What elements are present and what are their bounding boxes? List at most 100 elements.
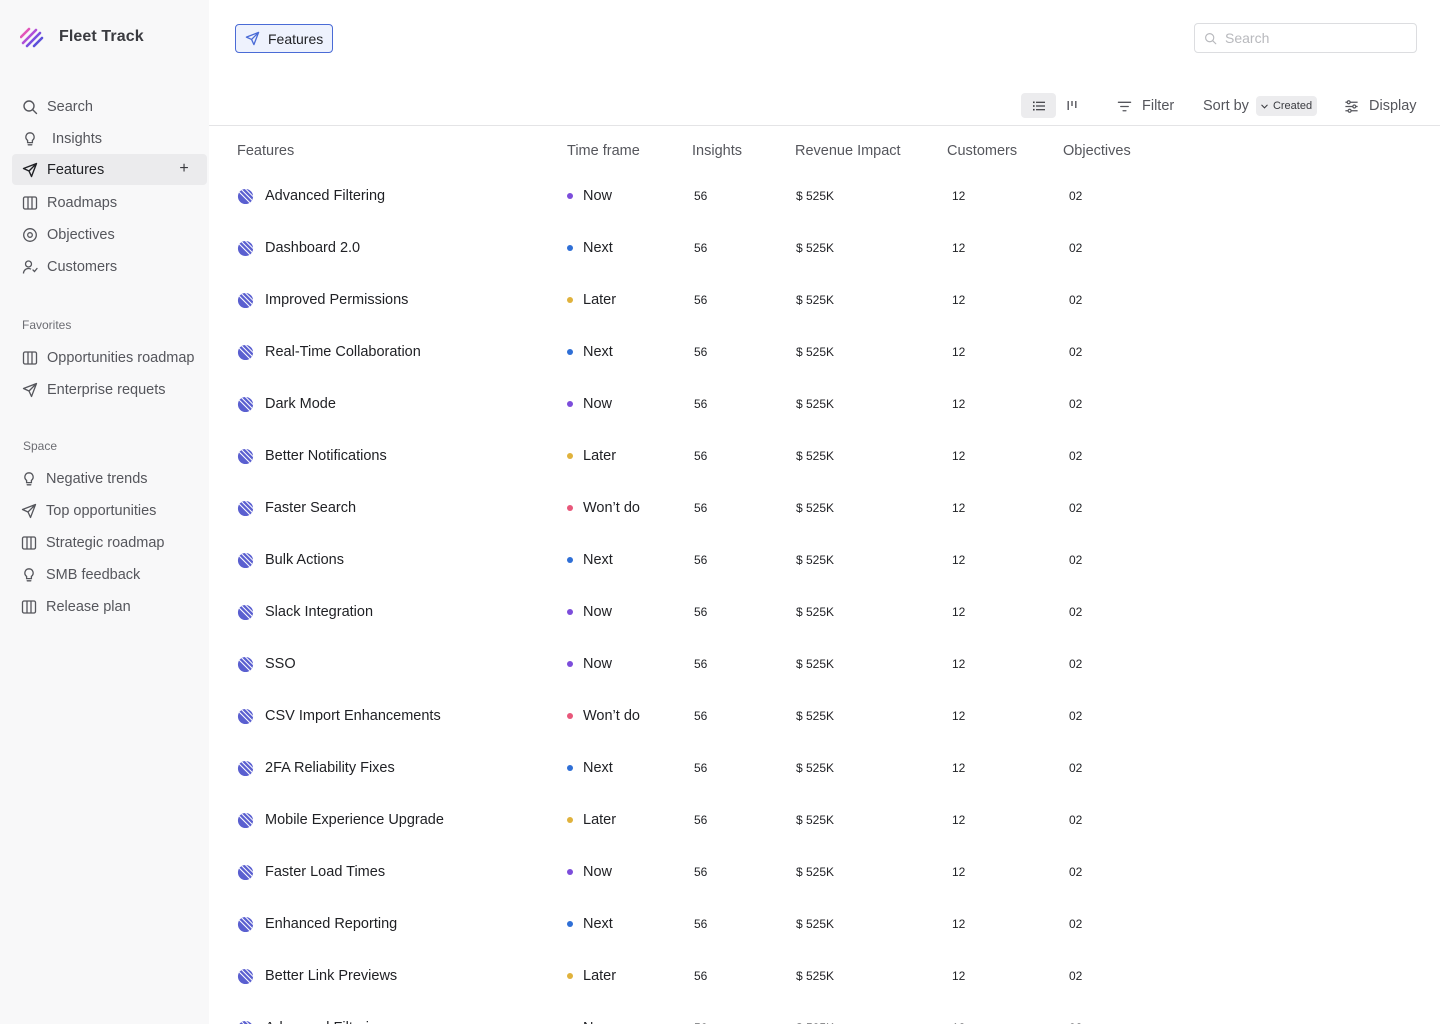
feature-name[interactable]: 2FA Reliability Fixes bbox=[265, 742, 395, 794]
sidebar-item-label: Enterprise requets bbox=[47, 381, 166, 398]
feature-name[interactable]: Advanced Filtering bbox=[265, 170, 385, 222]
search-box[interactable] bbox=[1194, 23, 1417, 53]
column-header-objectives[interactable]: Objectives bbox=[1063, 143, 1131, 159]
table-row[interactable]: Real-Time Collaboration Next 56 $ 525K 12 02 bbox=[209, 326, 1440, 378]
table-row[interactable]: Faster Search Won’t do 56 $ 525K 12 02 bbox=[209, 482, 1440, 534]
customers-cell: 12 bbox=[952, 917, 966, 931]
insights-cell: 56 bbox=[694, 241, 708, 255]
feature-name[interactable]: Advanced Filtering bbox=[265, 1002, 385, 1024]
column-header-revenue-impact[interactable]: Revenue Impact bbox=[795, 143, 901, 159]
timeframe-cell[interactable]: Later bbox=[567, 430, 616, 482]
table-row[interactable]: Improved Permissions Later 56 $ 525K 12 02 bbox=[209, 274, 1440, 326]
timeframe-label: Won’t do bbox=[583, 708, 640, 724]
sidebar-item-release-plan[interactable]: Release plan bbox=[11, 591, 206, 622]
timeframe-label: Later bbox=[583, 292, 617, 308]
feature-name[interactable]: Dark Mode bbox=[265, 378, 336, 430]
timeframe-cell[interactable]: Now bbox=[567, 638, 612, 690]
timeframe-cell[interactable]: Later bbox=[567, 950, 616, 1002]
brand[interactable]: Fleet Track bbox=[20, 24, 144, 50]
timeframe-cell[interactable]: Next bbox=[567, 534, 613, 586]
timeframe-status-dot bbox=[567, 401, 573, 407]
table-row[interactable]: 2FA Reliability Fixes Next 56 $ 525K 12 02 bbox=[209, 742, 1440, 794]
sidebar-item-insights[interactable]: Insights bbox=[12, 123, 207, 154]
objectives-cell: 02 bbox=[1069, 241, 1083, 255]
timeframe-cell[interactable]: Now bbox=[567, 170, 612, 222]
feature-name[interactable]: Mobile Experience Upgrade bbox=[265, 794, 444, 846]
feature-name[interactable]: Dashboard 2.0 bbox=[265, 222, 360, 274]
feature-name[interactable]: Enhanced Reporting bbox=[265, 898, 397, 950]
sort-control[interactable]: Sort by Created bbox=[1203, 96, 1318, 116]
feature-name[interactable]: Real-Time Collaboration bbox=[265, 326, 421, 378]
table-row[interactable]: Bulk Actions Next 56 $ 525K 12 02 bbox=[209, 534, 1440, 586]
timeframe-cell[interactable]: Next bbox=[567, 742, 613, 794]
sidebar-item-label: Top opportunities bbox=[46, 502, 157, 519]
feature-name[interactable]: Improved Permissions bbox=[265, 274, 408, 326]
timeframe-cell[interactable]: Now bbox=[567, 846, 612, 898]
feature-name[interactable]: Faster Load Times bbox=[265, 846, 385, 898]
lightbulb-icon bbox=[21, 567, 37, 583]
sidebar-item-label: Insights bbox=[52, 130, 102, 147]
table-row[interactable]: Faster Load Times Now 56 $ 525K 12 02 bbox=[209, 846, 1440, 898]
list-view-toggle[interactable] bbox=[1021, 93, 1056, 118]
sidebar-item-top-opportunities[interactable]: Top opportunities bbox=[11, 495, 206, 526]
sidebar-item-roadmaps[interactable]: Roadmaps bbox=[12, 187, 207, 218]
feature-name[interactable]: Better Link Previews bbox=[265, 950, 397, 1002]
sidebar-item-enterprise-requets[interactable]: Enterprise requets bbox=[12, 374, 207, 405]
timeframe-cell[interactable]: Next bbox=[567, 898, 613, 950]
timeframe-cell[interactable]: Won’t do bbox=[567, 482, 640, 534]
sidebar-item-features[interactable]: Features + bbox=[12, 154, 207, 185]
timeframe-cell[interactable]: Now bbox=[567, 378, 612, 430]
toolbar-divider bbox=[209, 125, 1440, 126]
table-row[interactable]: Better Link Previews Later 56 $ 525K 12 02 bbox=[209, 950, 1440, 1002]
send-icon bbox=[245, 31, 260, 46]
feature-name[interactable]: Slack Integration bbox=[265, 586, 373, 638]
table-row[interactable]: Enhanced Reporting Next 56 $ 525K 12 02 bbox=[209, 898, 1440, 950]
sidebar-item-negative-trends[interactable]: Negative trends bbox=[11, 463, 206, 494]
feature-name[interactable]: SSO bbox=[265, 638, 296, 690]
table-row[interactable]: Advanced Filtering Now 56 $ 525K 12 02 bbox=[209, 1002, 1440, 1024]
table-row[interactable]: Dark Mode Now 56 $ 525K 12 02 bbox=[209, 378, 1440, 430]
space-heading: Space bbox=[23, 439, 58, 453]
column-header-insights[interactable]: Insights bbox=[692, 143, 742, 159]
timeframe-cell[interactable]: Later bbox=[567, 274, 616, 326]
search-input[interactable] bbox=[1225, 30, 1405, 46]
timeframe-cell[interactable]: Now bbox=[567, 586, 612, 638]
table-row[interactable]: Slack Integration Now 56 $ 525K 12 02 bbox=[209, 586, 1440, 638]
objectives-cell: 02 bbox=[1069, 865, 1083, 879]
add-feature-button[interactable]: + bbox=[177, 160, 191, 178]
sidebar-item-opportunities-roadmap[interactable]: Opportunities roadmap bbox=[12, 342, 207, 373]
feature-name[interactable]: CSV Import Enhancements bbox=[265, 690, 441, 742]
table-row[interactable]: Dashboard 2.0 Next 56 $ 525K 12 02 bbox=[209, 222, 1440, 274]
sidebar-item-search[interactable]: Search bbox=[12, 91, 207, 122]
timeframe-cell[interactable]: Next bbox=[567, 326, 613, 378]
feature-status-icon bbox=[237, 396, 254, 413]
tab-features[interactable]: Features bbox=[235, 24, 333, 53]
insights-cell: 56 bbox=[694, 449, 708, 463]
timeframe-label: Next bbox=[583, 552, 613, 568]
column-header-customers[interactable]: Customers bbox=[947, 143, 1017, 159]
sidebar-item-smb-feedback[interactable]: SMB feedback bbox=[11, 559, 206, 590]
customers-cell: 12 bbox=[952, 501, 966, 515]
timeframe-cell[interactable]: Now bbox=[567, 1002, 612, 1024]
table-row[interactable]: SSO Now 56 $ 525K 12 02 bbox=[209, 638, 1440, 690]
feature-name[interactable]: Bulk Actions bbox=[265, 534, 344, 586]
column-header-features[interactable]: Features bbox=[237, 143, 294, 159]
timeframe-cell[interactable]: Next bbox=[567, 222, 613, 274]
column-header-time-frame[interactable]: Time frame bbox=[567, 143, 640, 159]
table-row[interactable]: Advanced Filtering Now 56 $ 525K 12 02 bbox=[209, 170, 1440, 222]
timeframe-cell[interactable]: Later bbox=[567, 794, 616, 846]
sidebar-item-strategic-roadmap[interactable]: Strategic roadmap bbox=[11, 527, 206, 558]
sort-select[interactable]: Created bbox=[1255, 96, 1318, 116]
timeframe-cell[interactable]: Won’t do bbox=[567, 690, 640, 742]
feature-name[interactable]: Better Notifications bbox=[265, 430, 387, 482]
table-row[interactable]: Better Notifications Later 56 $ 525K 12 02 bbox=[209, 430, 1440, 482]
table-row[interactable]: CSV Import Enhancements Won’t do 56 $ 525K 1… bbox=[209, 690, 1440, 742]
board-view-toggle[interactable] bbox=[1061, 93, 1083, 118]
sidebar-item-objectives[interactable]: Objectives bbox=[12, 219, 207, 250]
sidebar-item-customers[interactable]: Customers bbox=[12, 251, 207, 282]
filter-button[interactable]: Filter bbox=[1117, 96, 1174, 116]
display-button[interactable]: Display bbox=[1344, 96, 1417, 116]
feature-name[interactable]: Faster Search bbox=[265, 482, 356, 534]
revenue-cell: $ 525K bbox=[796, 969, 835, 983]
table-row[interactable]: Mobile Experience Upgrade Later 56 $ 525K 12… bbox=[209, 794, 1440, 846]
